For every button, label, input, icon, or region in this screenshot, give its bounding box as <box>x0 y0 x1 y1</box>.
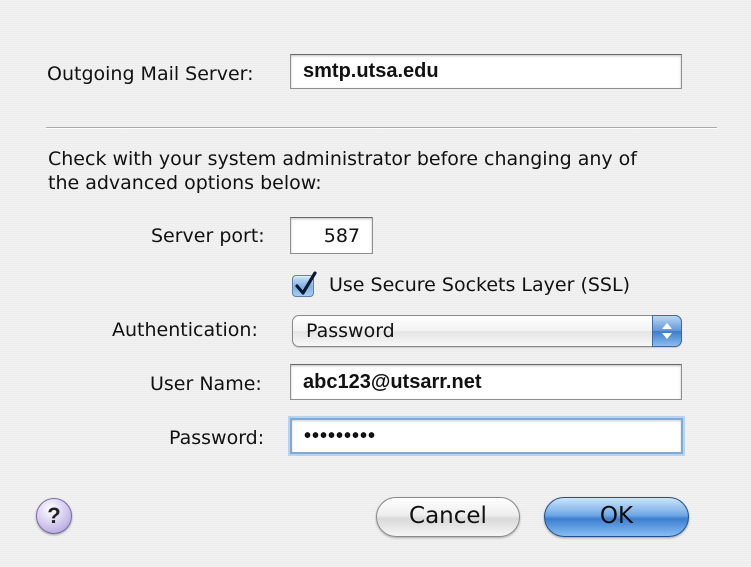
help-question-icon: ? <box>47 503 61 528</box>
outgoing-mail-server-field[interactable]: smtp.utsa.edu <box>290 54 682 89</box>
cancel-button[interactable]: Cancel <box>376 497 520 537</box>
user-name-label: User Name: <box>150 373 262 395</box>
password-label: Password: <box>169 427 265 449</box>
outgoing-mail-server-value: smtp.utsa.edu <box>303 60 439 82</box>
user-name-field[interactable]: abc123@utsarr.net <box>290 364 682 400</box>
cancel-button-label: Cancel <box>409 503 487 529</box>
select-stepper-arrows <box>652 315 682 347</box>
ssl-checkbox[interactable] <box>292 271 317 297</box>
ssl-label[interactable]: Use Secure Sockets Layer (SSL) <box>329 274 630 296</box>
server-port-label: Server port: <box>151 225 265 247</box>
checkmark-icon <box>295 271 317 295</box>
ok-button-label: OK <box>599 503 634 529</box>
authentication-select[interactable]: Password <box>292 315 682 347</box>
advanced-notice-line-2: the advanced options below: <box>48 172 322 194</box>
password-masked-value: ••••••••• <box>304 424 377 447</box>
section-divider <box>46 127 717 129</box>
authentication-selected-value: Password <box>306 320 395 342</box>
ok-button[interactable]: OK <box>544 497 689 537</box>
help-button[interactable]: ? <box>36 498 72 534</box>
server-port-field[interactable]: 587 <box>290 217 373 254</box>
server-port-value: 587 <box>323 224 360 247</box>
up-down-arrows-icon <box>662 323 672 339</box>
user-name-value: abc123@utsarr.net <box>303 370 482 393</box>
advanced-notice-line-1: Check with your system administrator bef… <box>48 148 637 170</box>
password-field[interactable]: ••••••••• <box>290 418 683 454</box>
outgoing-mail-server-label: Outgoing Mail Server: <box>47 63 254 85</box>
smtp-settings-sheet: Outgoing Mail Server: smtp.utsa.edu Chec… <box>0 0 751 567</box>
authentication-label: Authentication: <box>112 319 258 341</box>
